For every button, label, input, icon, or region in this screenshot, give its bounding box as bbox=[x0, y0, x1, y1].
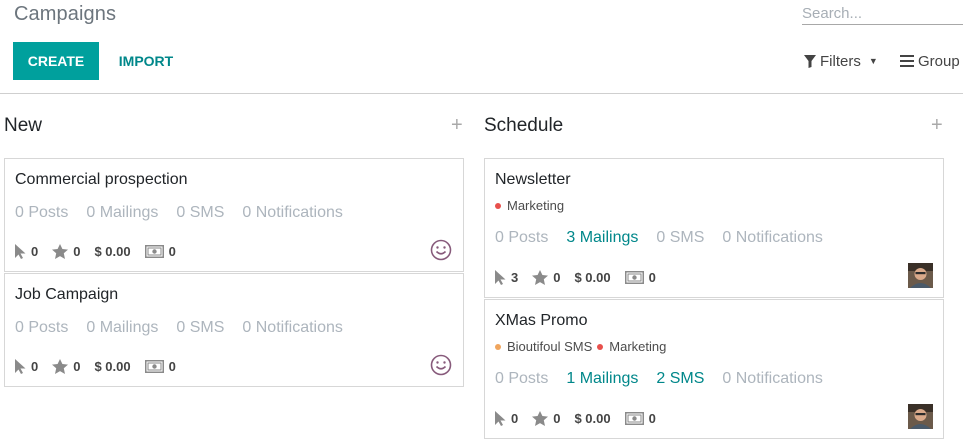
bars-icon bbox=[900, 55, 914, 67]
quick-add-schedule-button[interactable]: + bbox=[931, 113, 943, 137]
notifications-count[interactable]: 0 Notifications bbox=[722, 229, 823, 246]
notifications-count[interactable]: 0 Notifications bbox=[722, 370, 823, 387]
posts-count[interactable]: 0 Posts bbox=[15, 204, 68, 221]
kanban-card-commercial-prospection[interactable]: Commercial prospection 0 Posts 0 Mailings… bbox=[4, 158, 464, 272]
sms-count[interactable]: 0 SMS bbox=[656, 229, 704, 246]
revenue-metric: $ 0.00 bbox=[94, 359, 131, 374]
filters-dropdown[interactable]: Filters ▼ bbox=[804, 51, 878, 71]
card-stats: 0 Posts 1 Mailings 2 SMS 0 Notifications bbox=[495, 370, 841, 388]
cursor-icon bbox=[495, 270, 506, 285]
kanban-card-newsletter[interactable]: Newsletter Marketing 0 Posts 3 Mailings 0 … bbox=[484, 158, 944, 298]
column-title-new: New bbox=[4, 115, 43, 136]
create-button[interactable]: CREATE bbox=[13, 42, 99, 80]
card-tags: Marketing bbox=[495, 198, 569, 213]
money-icon bbox=[144, 360, 164, 373]
cash-metric: 0 bbox=[624, 270, 656, 285]
sms-count[interactable]: 0 SMS bbox=[176, 319, 224, 336]
card-title: Newsletter bbox=[495, 171, 571, 188]
posts-count[interactable]: 0 Posts bbox=[15, 319, 68, 336]
card-stats: 0 Posts 0 Mailings 0 SMS 0 Notifications bbox=[15, 204, 361, 222]
star-icon bbox=[52, 244, 69, 259]
clicks-metric: 0 bbox=[15, 244, 38, 259]
card-metrics: 0 0 $ 0.00 0 bbox=[15, 244, 190, 259]
avatar[interactable] bbox=[908, 404, 933, 429]
cash-metric: 0 bbox=[144, 244, 176, 259]
posts-count[interactable]: 0 Posts bbox=[495, 370, 548, 387]
cash-metric: 0 bbox=[624, 411, 656, 426]
favorites-metric: 0 bbox=[532, 270, 560, 285]
kanban-card-job-campaign[interactable]: Job Campaign 0 Posts 0 Mailings 0 SMS 0 Not… bbox=[4, 273, 464, 387]
card-title: Job Campaign bbox=[15, 286, 119, 303]
card-stats: 0 Posts 0 Mailings 0 SMS 0 Notifications bbox=[15, 319, 361, 337]
cursor-icon bbox=[15, 359, 26, 374]
card-stats: 0 Posts 3 Mailings 0 SMS 0 Notifications bbox=[495, 229, 841, 247]
tag-marketing: Marketing bbox=[495, 198, 564, 213]
notifications-count[interactable]: 0 Notifications bbox=[242, 319, 343, 336]
revenue-metric: $ 0.00 bbox=[94, 244, 131, 259]
mailings-count[interactable]: 1 Mailings bbox=[566, 370, 638, 387]
cursor-icon bbox=[15, 244, 26, 259]
money-icon bbox=[144, 245, 164, 258]
clicks-metric: 3 bbox=[495, 270, 518, 285]
revenue-metric: $ 0.00 bbox=[574, 411, 611, 426]
sms-count[interactable]: 0 SMS bbox=[176, 204, 224, 221]
star-icon bbox=[532, 411, 549, 426]
avatar[interactable] bbox=[908, 263, 933, 288]
panel-divider bbox=[0, 93, 963, 94]
cursor-icon bbox=[495, 411, 506, 426]
money-icon bbox=[624, 412, 644, 425]
search-input[interactable] bbox=[802, 2, 963, 25]
tag-bioutifoul-sms: Bioutifoul SMS bbox=[495, 339, 592, 354]
star-icon bbox=[532, 270, 549, 285]
caret-down-icon: ▼ bbox=[868, 56, 878, 66]
quick-add-new-button[interactable]: + bbox=[451, 113, 463, 137]
favorites-metric: 0 bbox=[52, 244, 80, 259]
kanban-card-xmas-promo[interactable]: XMas Promo Bioutifoul SMS Marketing 0 Po… bbox=[484, 299, 944, 439]
clicks-metric: 0 bbox=[495, 411, 518, 426]
filters-label: Filters bbox=[820, 52, 861, 70]
card-title: XMas Promo bbox=[495, 312, 588, 329]
filter-icon bbox=[804, 54, 816, 68]
mailings-count[interactable]: 0 Mailings bbox=[86, 204, 158, 221]
group-label: Group bbox=[918, 52, 960, 70]
cash-metric: 0 bbox=[144, 359, 176, 374]
revenue-metric: $ 0.00 bbox=[574, 270, 611, 285]
card-title: Commercial prospection bbox=[15, 171, 188, 188]
clicks-metric: 0 bbox=[15, 359, 38, 374]
column-title-schedule: Schedule bbox=[484, 115, 564, 136]
star-icon bbox=[52, 359, 69, 374]
card-tags: Bioutifoul SMS Marketing bbox=[495, 339, 671, 354]
sms-count[interactable]: 2 SMS bbox=[656, 370, 704, 387]
card-metrics: 3 0 $ 0.00 0 bbox=[495, 270, 670, 285]
notifications-count[interactable]: 0 Notifications bbox=[242, 204, 343, 221]
favorites-metric: 0 bbox=[52, 359, 80, 374]
money-icon bbox=[624, 271, 644, 284]
smiley-icon[interactable] bbox=[430, 239, 452, 261]
tag-dot bbox=[597, 343, 604, 350]
favorites-metric: 0 bbox=[532, 411, 560, 426]
mailings-count[interactable]: 0 Mailings bbox=[86, 319, 158, 336]
smiley-icon[interactable] bbox=[430, 354, 452, 376]
card-metrics: 0 0 $ 0.00 0 bbox=[15, 359, 190, 374]
tag-dot bbox=[495, 343, 501, 350]
group-by-dropdown[interactable]: Group bbox=[900, 51, 960, 71]
posts-count[interactable]: 0 Posts bbox=[495, 229, 548, 246]
tag-marketing: Marketing bbox=[597, 339, 666, 354]
tag-dot bbox=[495, 202, 501, 209]
page-title: Campaigns bbox=[14, 3, 117, 25]
import-button[interactable]: IMPORT bbox=[107, 42, 185, 80]
mailings-count[interactable]: 3 Mailings bbox=[566, 229, 638, 246]
card-metrics: 0 0 $ 0.00 0 bbox=[495, 411, 670, 426]
